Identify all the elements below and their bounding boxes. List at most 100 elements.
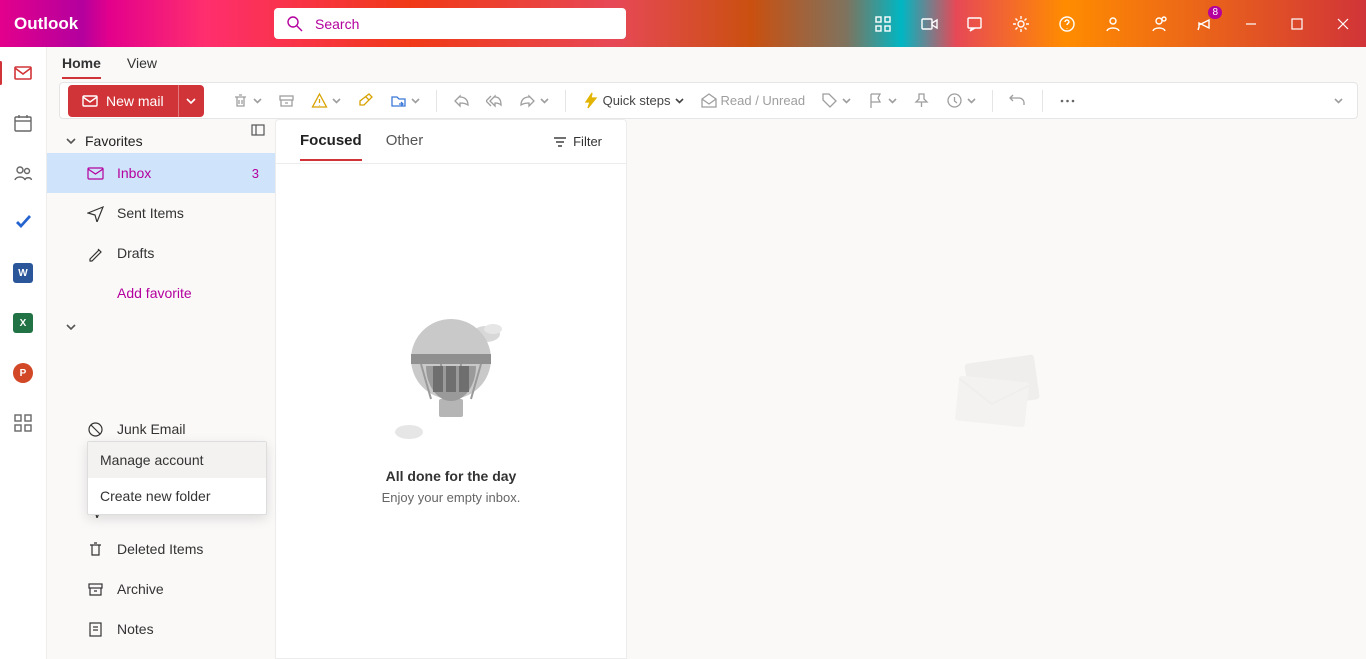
rail-word[interactable]: W [7,257,39,289]
new-mail-split-button[interactable]: New mail [68,85,204,117]
undo-button[interactable] [1003,85,1032,117]
help-icon[interactable] [1044,0,1090,47]
whatsnew-icon[interactable] [1136,0,1182,47]
reading-pane [627,119,1366,659]
move-to-folder-icon [390,92,407,109]
search-box[interactable] [274,8,626,39]
rail-more-apps[interactable] [7,407,39,439]
close-button[interactable] [1320,0,1366,47]
minimize-button[interactable] [1228,0,1274,47]
nav-notes[interactable]: Notes [47,609,275,649]
flag-icon [867,92,884,109]
reply-button[interactable] [447,85,476,117]
pin-icon [913,92,930,109]
reply-icon [453,92,470,109]
bolt-icon [582,92,599,109]
delete-button[interactable] [226,85,268,117]
new-mail-dropdown[interactable] [178,85,204,117]
notifications-icon[interactable]: 8 [1182,0,1228,47]
chevron-down-icon [411,96,420,105]
nav-archive[interactable]: Archive [47,569,275,609]
reply-all-icon [486,92,503,109]
reply-all-button[interactable] [480,85,509,117]
nav-inbox[interactable]: Inbox 3 [47,153,275,193]
balloon-illustration [391,314,511,454]
mail-open-icon [700,92,717,109]
tag-button[interactable] [815,85,857,117]
chevron-down-icon [675,96,684,105]
section-favorites[interactable]: Favorites [47,125,275,153]
forward-icon [519,92,536,109]
ellipsis-icon [1059,92,1076,109]
tab-view[interactable]: View [127,55,157,79]
sweep-icon [357,92,374,109]
rail-excel[interactable]: X [7,307,39,339]
pin-button[interactable] [907,85,936,117]
nav-drafts-label: Drafts [117,245,154,261]
nav-deleted[interactable]: Deleted Items [47,529,275,569]
tab-home[interactable]: Home [62,55,101,79]
nav-junk-label: Junk Email [117,421,185,437]
tips-icon[interactable] [952,0,998,47]
draft-icon [87,245,104,262]
apps-icon[interactable] [860,0,906,47]
rail-powerpoint[interactable]: P [7,357,39,389]
settings-icon[interactable] [998,0,1044,47]
snooze-button[interactable] [940,85,982,117]
more-commands-button[interactable] [1053,85,1082,117]
forward-button[interactable] [513,85,555,117]
rail-people[interactable] [7,157,39,189]
archive-icon [87,581,104,598]
chevron-down-icon [332,96,341,105]
chevron-down-icon [65,135,77,147]
app-brand: Outlook [0,14,88,34]
folder-pane: Favorites Inbox 3 Sent Items Drafts Add … [47,119,275,659]
nav-drafts[interactable]: Drafts [47,233,275,273]
nav-sent[interactable]: Sent Items [47,193,275,233]
section-account[interactable] [47,313,275,337]
maximize-button[interactable] [1274,0,1320,47]
powerpoint-icon: P [13,363,33,383]
archive-button[interactable] [272,85,301,117]
read-unread-button[interactable]: Read / Unread [694,85,812,117]
report-button[interactable] [305,85,347,117]
excel-icon: X [13,313,33,333]
new-mail-label: New mail [106,93,164,109]
nav-notes-label: Notes [117,621,154,637]
mail-icon [82,93,98,109]
menu-create-folder[interactable]: Create new folder [88,478,266,514]
rail-mail[interactable] [7,57,39,89]
tab-other[interactable]: Other [386,132,424,161]
chevron-down-icon [540,96,549,105]
tab-focused[interactable]: Focused [300,132,362,161]
search-input[interactable] [315,16,614,32]
rail-todo[interactable] [7,207,39,239]
account-icon[interactable] [1090,0,1136,47]
empty-title: All done for the day [386,468,517,484]
new-mail-button[interactable]: New mail [68,85,178,117]
send-icon [87,205,104,222]
ribbon: New mail Quick steps Read / Unread [59,82,1358,119]
empty-subtitle: Enjoy your empty inbox. [382,490,521,505]
nav-inbox-label: Inbox [117,165,151,181]
mail-icon [13,63,33,83]
chevron-down-icon [888,96,897,105]
flag-button[interactable] [861,85,903,117]
ribbon-expand-button[interactable] [1328,85,1349,117]
read-unread-label: Read / Unread [721,93,806,108]
add-favorite-link[interactable]: Add favorite [47,273,275,313]
collapse-pane-button[interactable] [251,123,265,142]
filter-button[interactable]: Filter [553,134,602,149]
sweep-button[interactable] [351,85,380,117]
nav-archive-label: Archive [117,581,164,597]
meet-now-icon[interactable] [906,0,952,47]
chevron-down-icon [967,96,976,105]
chevron-down-icon [1334,96,1343,105]
section-favorites-label: Favorites [85,133,143,149]
notification-badge: 8 [1208,6,1222,19]
move-button[interactable] [384,85,426,117]
calendar-icon [13,113,33,133]
menu-manage-account[interactable]: Manage account [88,442,266,478]
quick-steps-button[interactable]: Quick steps [576,85,690,117]
rail-calendar[interactable] [7,107,39,139]
